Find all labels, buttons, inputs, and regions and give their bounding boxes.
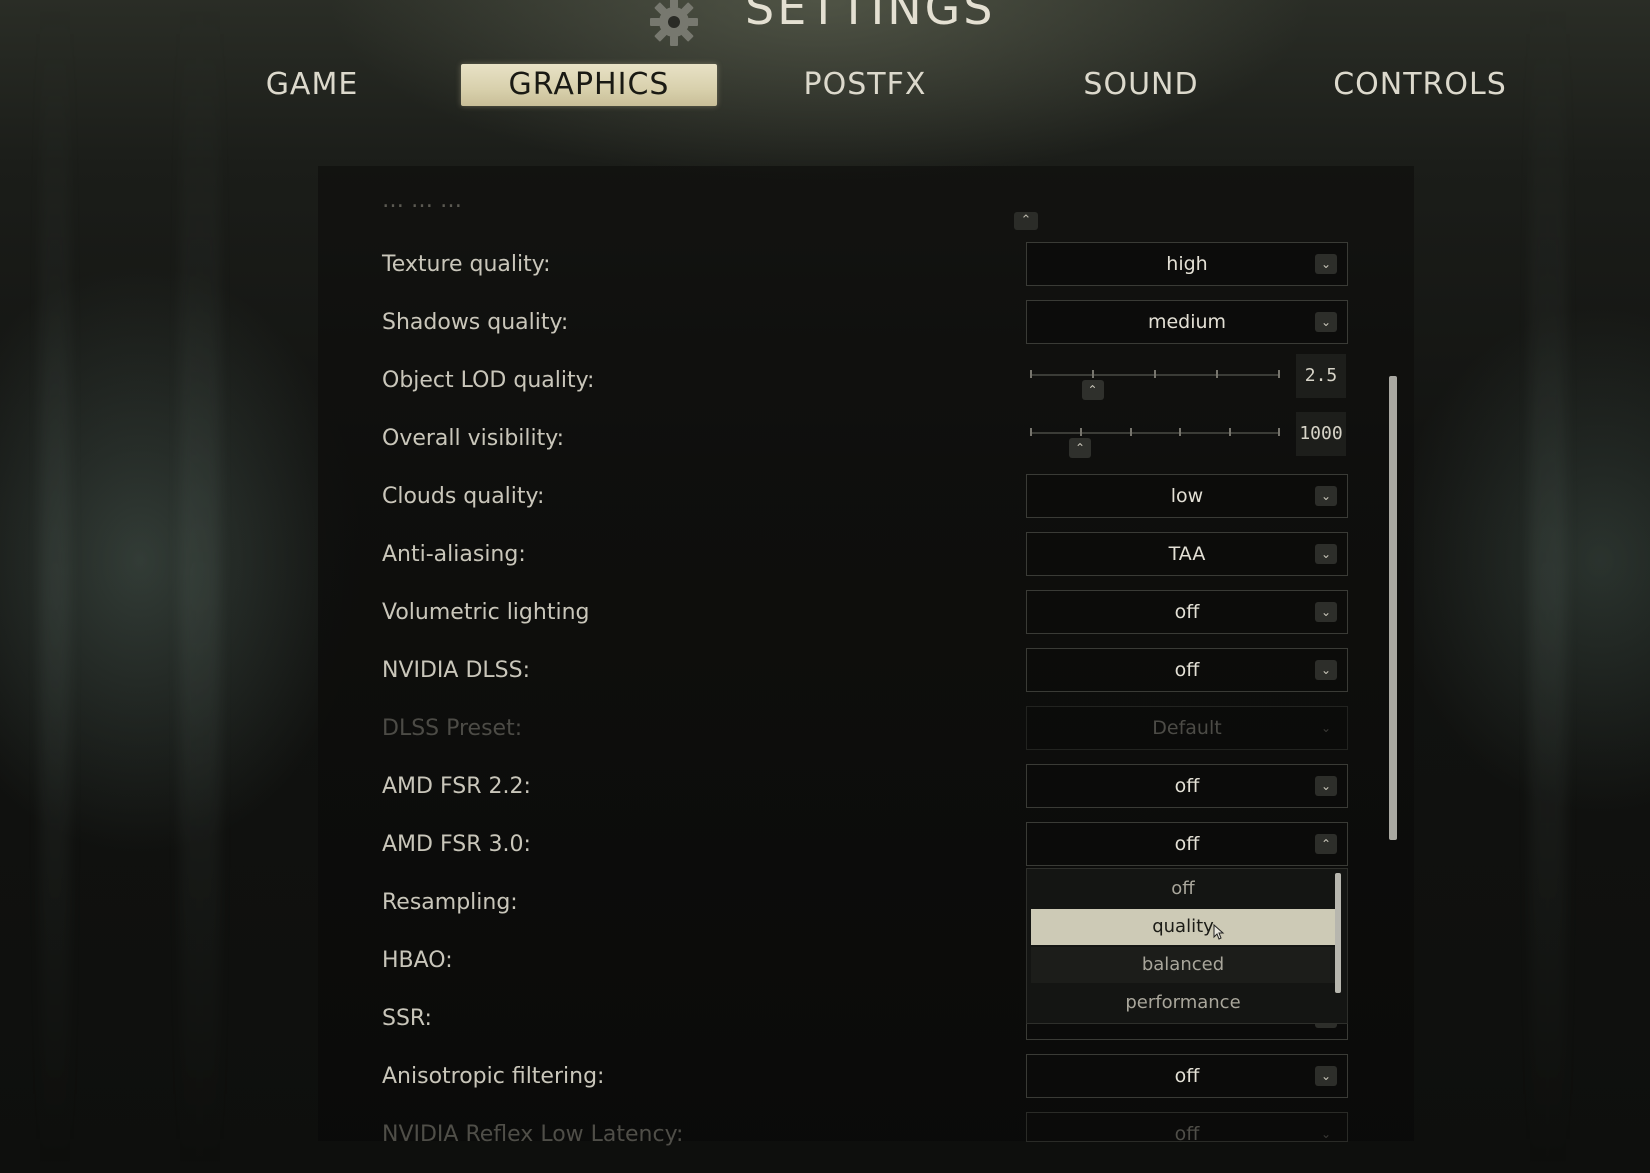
chevron-down-icon[interactable]: ⌄	[1315, 486, 1337, 506]
select-value: high	[1166, 253, 1208, 275]
resampling-label: Resampling:	[382, 890, 518, 915]
gear-icon	[650, 0, 698, 46]
nvidia-reflex-select[interactable]: off ⌄	[1026, 1112, 1348, 1142]
cut-off-row-label: … … …	[382, 196, 462, 213]
chevron-down-icon[interactable]: ⌄	[1315, 776, 1337, 796]
overall-visibility-label: Overall visibility:	[382, 426, 565, 451]
chevron-down-icon: ⌄	[1320, 721, 1332, 735]
chevron-down-icon[interactable]: ⌄	[1315, 1066, 1337, 1086]
select-value: off	[1174, 775, 1200, 797]
object-lod-value: 2.5	[1296, 354, 1346, 398]
slider-tick	[1179, 428, 1181, 436]
tab-graphics[interactable]: GRAPHICS	[461, 64, 717, 106]
select-value: off	[1174, 833, 1200, 855]
nvidia-dlss-select[interactable]: off ⌄	[1026, 648, 1348, 692]
tab-bar: GAME GRAPHICS POSTFX SOUND CONTROLS	[0, 60, 1650, 110]
select-value: off	[1174, 659, 1200, 681]
tab-controls[interactable]: CONTROLS	[1330, 64, 1510, 106]
clouds-quality-label: Clouds quality:	[382, 484, 545, 509]
dropdown-option-performance[interactable]: performance	[1031, 985, 1335, 1021]
hbao-label: HBAO:	[382, 948, 453, 973]
volumetric-lighting-label: Volumetric lighting	[382, 600, 590, 625]
overall-visibility-slider[interactable]: ⌃	[1026, 414, 1284, 458]
ssr-label: SSR:	[382, 1006, 432, 1031]
select-value: Default	[1152, 717, 1222, 739]
dropdown-option-quality[interactable]: quality	[1031, 909, 1335, 945]
anisotropic-filtering-label: Anisotropic filtering:	[382, 1064, 605, 1089]
chevron-up-icon[interactable]: ⌃	[1315, 834, 1337, 854]
texture-quality-label: Texture quality:	[382, 252, 551, 277]
anti-aliasing-label: Anti-aliasing:	[382, 542, 526, 567]
page-title: SETTINGS	[745, 0, 996, 35]
dropdown-scrollbar[interactable]	[1335, 873, 1341, 993]
tab-sound[interactable]: SOUND	[1076, 64, 1206, 106]
slider-tick	[1278, 428, 1280, 436]
object-lod-slider[interactable]: ⌃	[1026, 356, 1284, 400]
chevron-up-icon[interactable]: ⌃	[1069, 438, 1091, 458]
background-streak	[180, 0, 220, 1173]
volumetric-lighting-select[interactable]: off ⌄	[1026, 590, 1348, 634]
select-value: low	[1170, 485, 1204, 507]
dropdown-option-off[interactable]: off	[1031, 871, 1335, 907]
cursor-icon	[1213, 924, 1225, 940]
background-streak	[40, 0, 70, 1173]
anti-aliasing-select[interactable]: TAA ⌄	[1026, 532, 1348, 576]
overall-visibility-value: 1000	[1296, 412, 1346, 456]
dlss-preset-label: DLSS Preset:	[382, 716, 523, 741]
slider-tick	[1092, 370, 1094, 378]
object-lod-label: Object LOD quality:	[382, 368, 595, 393]
slider-tick	[1080, 428, 1082, 436]
dropdown-option-balanced[interactable]: balanced	[1031, 947, 1335, 983]
chevron-down-icon[interactable]: ⌄	[1315, 312, 1337, 332]
anisotropic-filtering-select[interactable]: off ⌄	[1026, 1054, 1348, 1098]
clouds-quality-select[interactable]: low ⌄	[1026, 474, 1348, 518]
shadows-quality-select[interactable]: medium ⌄	[1026, 300, 1348, 344]
background-streak	[1530, 0, 1566, 1173]
chevron-down-icon[interactable]: ⌄	[1315, 1124, 1337, 1141]
slider-tick	[1130, 428, 1132, 436]
header: SETTINGS	[0, 0, 1650, 46]
amd-fsr-30-select[interactable]: off ⌃	[1026, 822, 1348, 866]
select-value: TAA	[1168, 543, 1206, 565]
nvidia-dlss-label: NVIDIA DLSS:	[382, 658, 531, 683]
chevron-down-icon[interactable]: ⌄	[1315, 660, 1337, 680]
slider-tick	[1216, 370, 1218, 378]
slider-tick	[1154, 370, 1156, 378]
select-value: off	[1174, 1123, 1200, 1142]
slider-tick	[1030, 428, 1032, 436]
dlss-preset-select: Default ⌄	[1026, 706, 1348, 750]
select-value: off	[1174, 601, 1200, 623]
slider-tick	[1278, 370, 1280, 378]
slider-track	[1030, 432, 1280, 434]
texture-quality-select[interactable]: high ⌄	[1026, 242, 1348, 286]
tab-postfx[interactable]: POSTFX	[795, 64, 935, 106]
tab-game[interactable]: GAME	[252, 64, 372, 106]
chevron-down-icon[interactable]: ⌄	[1315, 544, 1337, 564]
settings-scrollbar[interactable]	[1389, 376, 1397, 840]
amd-fsr-22-select[interactable]: off ⌄	[1026, 764, 1348, 808]
scroll-up-button[interactable]: ⌃	[1014, 212, 1038, 230]
chevron-up-icon[interactable]: ⌃	[1081, 380, 1104, 400]
shadows-quality-label: Shadows quality:	[382, 310, 569, 335]
slider-tick	[1229, 428, 1231, 436]
select-value: medium	[1147, 311, 1227, 333]
fsr30-dropdown-list: off quality balanced performance	[1026, 868, 1348, 1024]
amd-fsr-30-label: AMD FSR 3.0:	[382, 832, 531, 857]
select-value: off	[1174, 1065, 1200, 1087]
chevron-down-icon[interactable]: ⌄	[1315, 254, 1337, 274]
nvidia-reflex-label: NVIDIA Reflex Low Latency:	[382, 1122, 684, 1147]
amd-fsr-22-label: AMD FSR 2.2:	[382, 774, 531, 799]
chevron-down-icon[interactable]: ⌄	[1315, 602, 1337, 622]
slider-tick	[1030, 370, 1032, 378]
